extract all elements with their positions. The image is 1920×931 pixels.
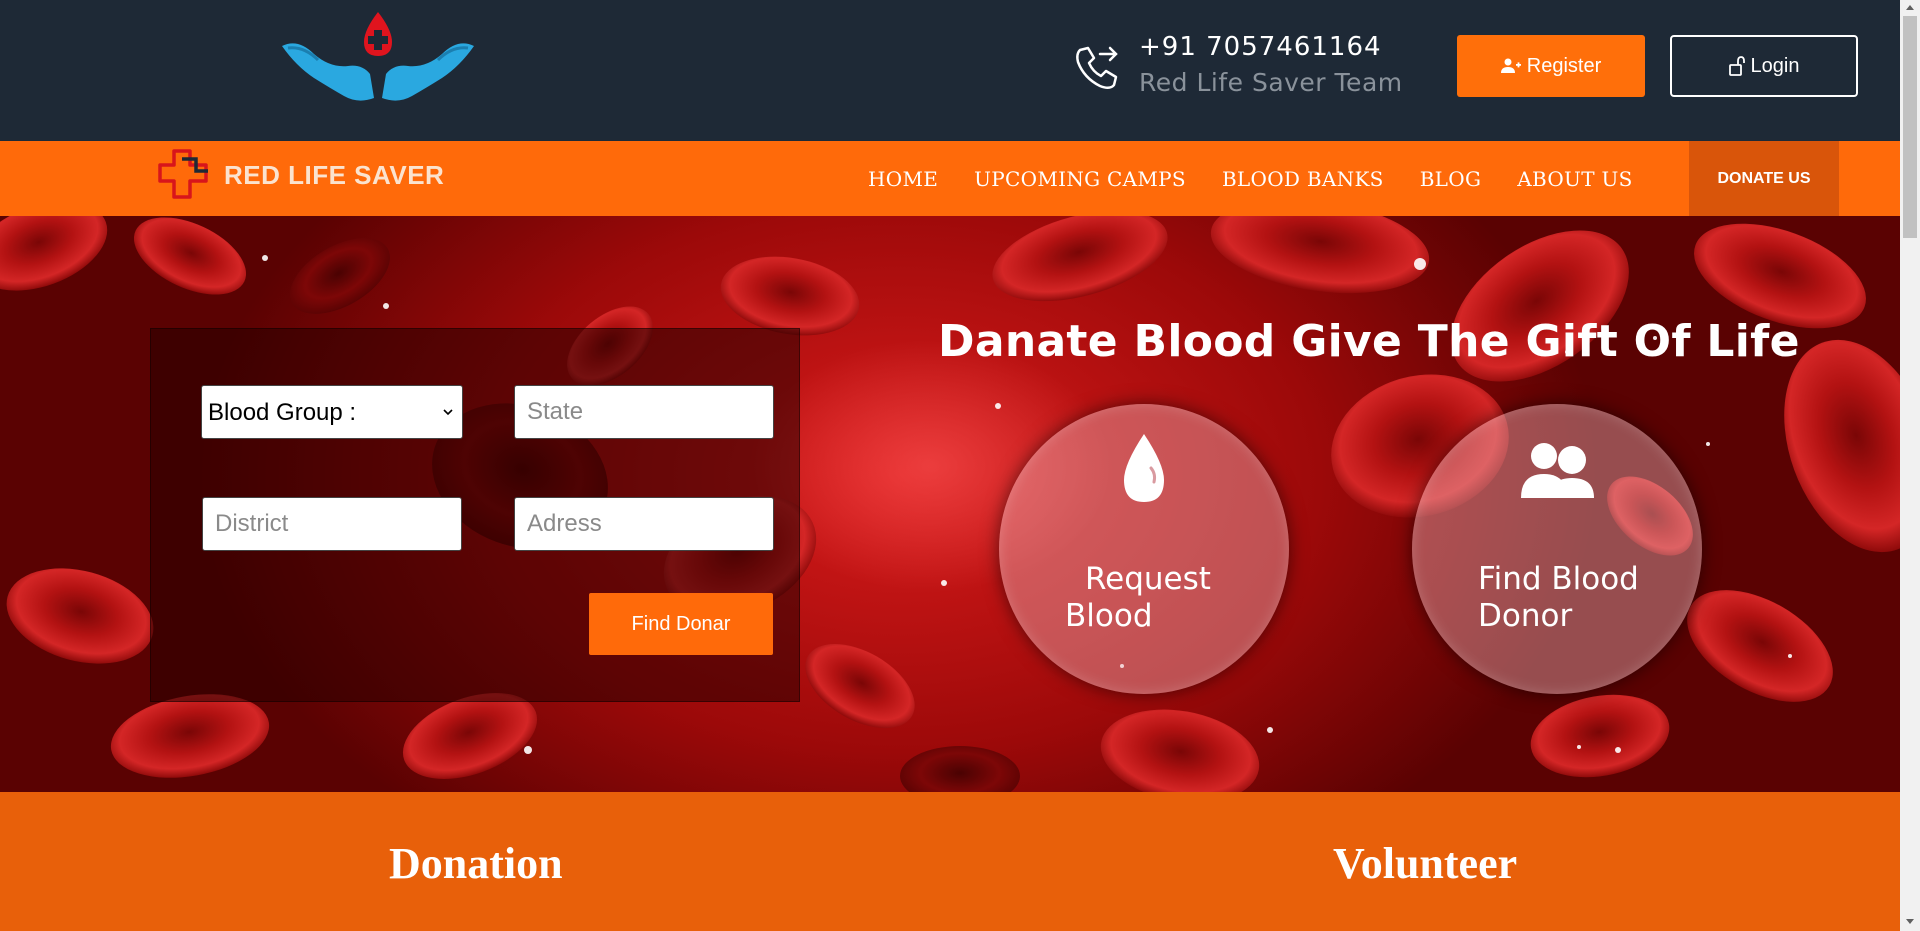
nav-links: HOME UPCOMING CAMPS BLOOD BANKS BLOG ABO… <box>868 141 1669 216</box>
request-blood-line2: Blood <box>1065 598 1153 634</box>
scroll-up-arrow-icon[interactable] <box>1906 5 1914 10</box>
team-name: Red Life Saver Team <box>1139 68 1403 97</box>
login-label: Login <box>1750 54 1800 77</box>
find-blood-donor-line2: Donor <box>1478 598 1573 634</box>
request-blood-line1: Request <box>1085 561 1211 597</box>
scroll-down-arrow-icon[interactable] <box>1906 919 1914 924</box>
request-blood-label: Request Blood <box>1065 561 1265 635</box>
users-icon <box>1521 443 1594 498</box>
scrollbar-thumb[interactable] <box>1903 16 1917 238</box>
hero-banner: Blood Group : Find Donar Danate Blood Gi… <box>0 216 1900 792</box>
login-button[interactable]: Login <box>1670 35 1858 97</box>
nav-link-upcoming-camps[interactable]: UPCOMING CAMPS <box>974 167 1186 191</box>
main-navbar: RED LIFE SAVER HOME UPCOMING CAMPS BLOOD… <box>0 141 1900 216</box>
find-donor-form: Blood Group : Find Donar <box>150 328 800 702</box>
vertical-scrollbar[interactable] <box>1900 0 1920 931</box>
brand-name[interactable]: RED LIFE SAVER <box>224 160 444 191</box>
blood-drop-icon <box>1124 434 1164 502</box>
phone-number[interactable]: +91 7057461164 <box>1139 32 1382 62</box>
volunteer-heading: Volunteer <box>1333 839 1518 888</box>
phone-forward-icon <box>1076 46 1118 89</box>
request-blood-card[interactable]: Request Blood <box>999 404 1289 694</box>
register-button[interactable]: Register <box>1457 35 1645 97</box>
unlock-icon <box>1728 56 1745 76</box>
user-plus-icon <box>1500 58 1521 73</box>
nav-link-blog[interactable]: BLOG <box>1420 167 1482 191</box>
find-donor-button[interactable]: Find Donar <box>589 593 773 655</box>
find-blood-donor-label: Find Blood Donor <box>1478 561 1678 635</box>
find-blood-donor-card[interactable]: Find Blood Donor <box>1412 404 1702 694</box>
find-blood-donor-line1: Find Blood <box>1478 561 1639 597</box>
top-header: +91 7057461164 Red Life Saver Team Regis… <box>0 0 1900 141</box>
nav-link-home[interactable]: HOME <box>868 167 938 191</box>
district-input[interactable] <box>202 497 462 551</box>
address-input[interactable] <box>514 497 774 551</box>
donation-heading: Donation <box>389 839 563 888</box>
hands-logo-icon[interactable] <box>278 8 478 108</box>
hero-title: Danate Blood Give The Gift Of Life <box>938 316 1800 367</box>
blood-group-select[interactable]: Blood Group : <box>201 385 463 439</box>
features-band: Donation Volunteer <box>0 792 1900 931</box>
register-label: Register <box>1526 54 1602 77</box>
chevron-down-icon <box>443 409 453 416</box>
medical-cross-icon[interactable] <box>156 147 212 203</box>
nav-link-about-us[interactable]: ABOUT US <box>1517 167 1632 191</box>
nav-link-blood-banks[interactable]: BLOOD BANKS <box>1222 167 1384 191</box>
donate-us-button[interactable]: DONATE US <box>1689 141 1839 216</box>
state-input[interactable] <box>514 385 774 439</box>
